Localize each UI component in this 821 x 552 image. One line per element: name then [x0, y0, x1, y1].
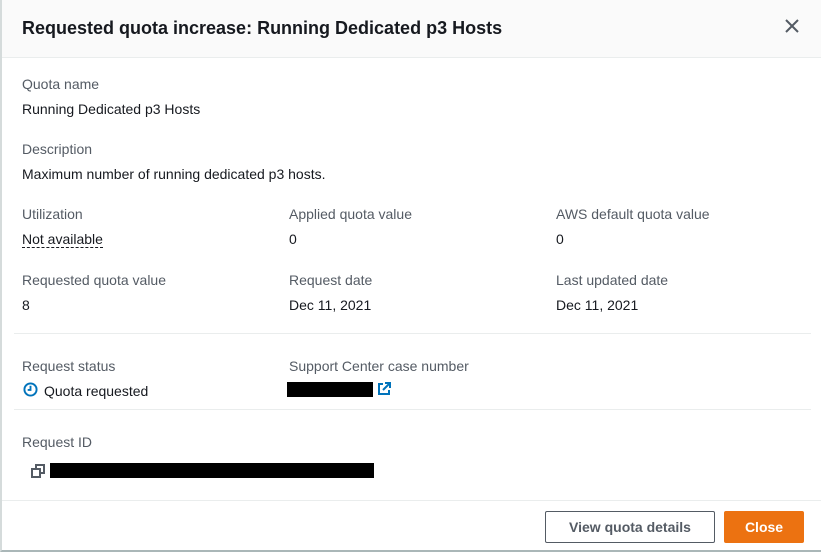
modal-title: Requested quota increase: Running Dedica…	[22, 18, 503, 38]
divider	[14, 333, 811, 334]
utilization-value[interactable]: Not available	[22, 231, 103, 248]
request-id-redacted	[50, 463, 374, 478]
clock-icon	[23, 382, 38, 397]
quota-name-value: Running Dedicated p3 Hosts	[22, 101, 201, 117]
close-icon[interactable]	[783, 17, 801, 35]
case-number-redacted[interactable]	[287, 382, 373, 397]
request-id-label: Request ID	[22, 434, 93, 450]
requested-quota-label: Requested quota value	[22, 272, 166, 288]
close-button[interactable]: Close	[724, 511, 804, 543]
last-updated-value: Dec 11, 2021	[556, 297, 639, 313]
applied-quota-label: Applied quota value	[289, 206, 412, 222]
description-label: Description	[22, 141, 93, 157]
request-status-label: Request status	[22, 358, 116, 374]
divider	[14, 409, 811, 410]
quota-name-label: Quota name	[22, 76, 100, 92]
footer-divider	[2, 500, 821, 501]
request-status-value: Quota requested	[44, 383, 149, 399]
last-updated-label: Last updated date	[556, 272, 669, 288]
applied-quota-value: 0	[289, 231, 297, 247]
default-quota-value: 0	[556, 231, 564, 247]
default-quota-label: AWS default quota value	[556, 206, 710, 222]
request-date-label: Request date	[289, 272, 373, 288]
requested-quota-value: 8	[22, 297, 30, 313]
quota-request-modal: Requested quota increase: Running Dedica…	[0, 0, 821, 552]
external-link-icon[interactable]	[377, 382, 391, 396]
copy-icon[interactable]	[31, 464, 45, 478]
case-number-label: Support Center case number	[289, 358, 469, 374]
description-value: Maximum number of running dedicated p3 h…	[22, 166, 326, 182]
request-date-value: Dec 11, 2021	[289, 297, 372, 313]
view-quota-details-button[interactable]: View quota details	[545, 511, 715, 543]
modal-header: Requested quota increase: Running Dedica…	[2, 0, 821, 58]
utilization-label: Utilization	[22, 206, 83, 222]
